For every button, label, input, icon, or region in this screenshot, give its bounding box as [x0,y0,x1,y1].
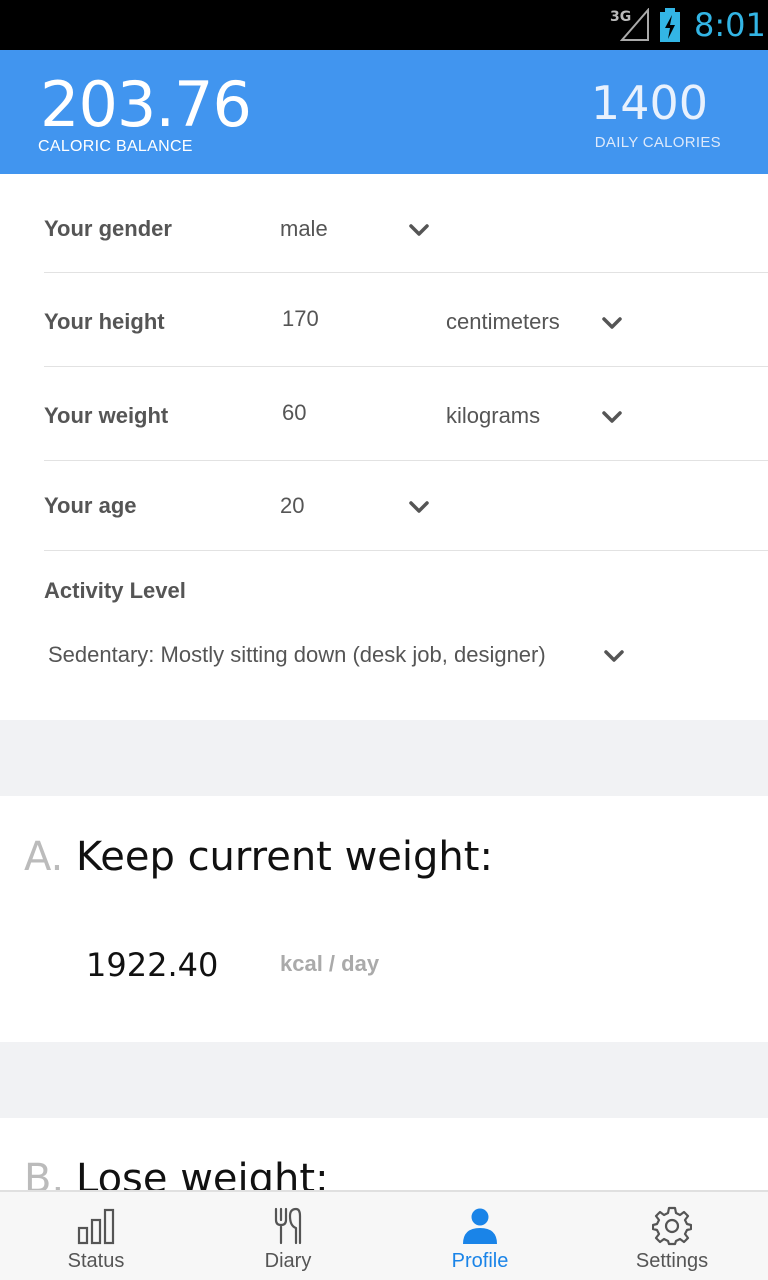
weight-row: Your weight 60 kilograms [44,367,768,461]
age-row: Your age 20 [44,461,768,551]
goal-card-lose-weight: B. Lose weight: [0,1118,768,1190]
nav-label: Diary [264,1250,312,1272]
height-unit-select[interactable]: centimeters [446,309,560,335]
nav-item-settings[interactable]: Settings [576,1192,768,1280]
gender-label: Your gender [44,216,172,241]
weight-input[interactable]: 60 [282,400,306,426]
caloric-balance-label: CALORIC BALANCE [38,138,193,155]
goal-card-keep-weight: A. Keep current weight: 1922.40 kcal / d… [0,796,768,1042]
nav-label: Settings [635,1250,709,1272]
bottom-nav: Status Diary Profile Settings [0,1190,768,1280]
nav-item-status[interactable]: Status [0,1192,192,1280]
goal-title: Keep current weight: [76,834,493,880]
nav-item-profile[interactable]: Profile [384,1192,576,1280]
goal-letter: A. [24,834,64,880]
chevron-down-icon[interactable] [603,648,625,664]
activity-level-select[interactable]: Sedentary: Mostly sitting down (desk job… [48,642,546,668]
weight-label: Your weight [44,403,169,428]
status-bar: 3G 8:01 [0,0,768,50]
activity-level-label: Activity Level [44,578,186,603]
profile-form: Your gender male Your height 170 centime… [0,174,768,720]
daily-calories-label: DAILY CALORIES [594,134,721,151]
goal-kcal-value: 1922.40 [86,946,219,984]
summary-header: 203.76 CALORIC BALANCE 1400 DAILY CALORI… [0,50,768,174]
clock: 8:01 [694,6,766,44]
gender-select[interactable]: male [280,216,328,242]
age-select[interactable]: 20 [280,493,304,519]
height-input[interactable]: 170 [282,306,319,332]
bar-chart-icon [77,1208,115,1245]
daily-calories-value: 1400 [590,76,708,130]
gender-row: Your gender male [44,174,768,273]
nav-label: Profile [451,1250,509,1272]
chevron-down-icon[interactable] [408,222,430,238]
nav-label: Status [67,1250,125,1272]
battery-charging-icon [660,8,680,42]
chevron-down-icon[interactable] [408,499,430,515]
signal-icon [620,8,649,41]
person-icon [463,1208,497,1244]
caloric-balance-value: 203.76 [40,68,252,141]
height-row: Your height 170 centimeters [44,273,768,367]
fork-knife-icon [274,1207,302,1245]
goal-letter: B. [24,1156,65,1190]
chevron-down-icon[interactable] [601,315,623,331]
nav-item-diary[interactable]: Diary [192,1192,384,1280]
height-label: Your height [44,309,165,334]
gear-icon [652,1206,692,1246]
goal-kcal-unit: kcal / day [280,951,380,976]
goal-title: Lose weight: [76,1156,329,1190]
age-label: Your age [44,493,137,518]
chevron-down-icon[interactable] [601,409,623,425]
weight-unit-select[interactable]: kilograms [446,403,540,429]
